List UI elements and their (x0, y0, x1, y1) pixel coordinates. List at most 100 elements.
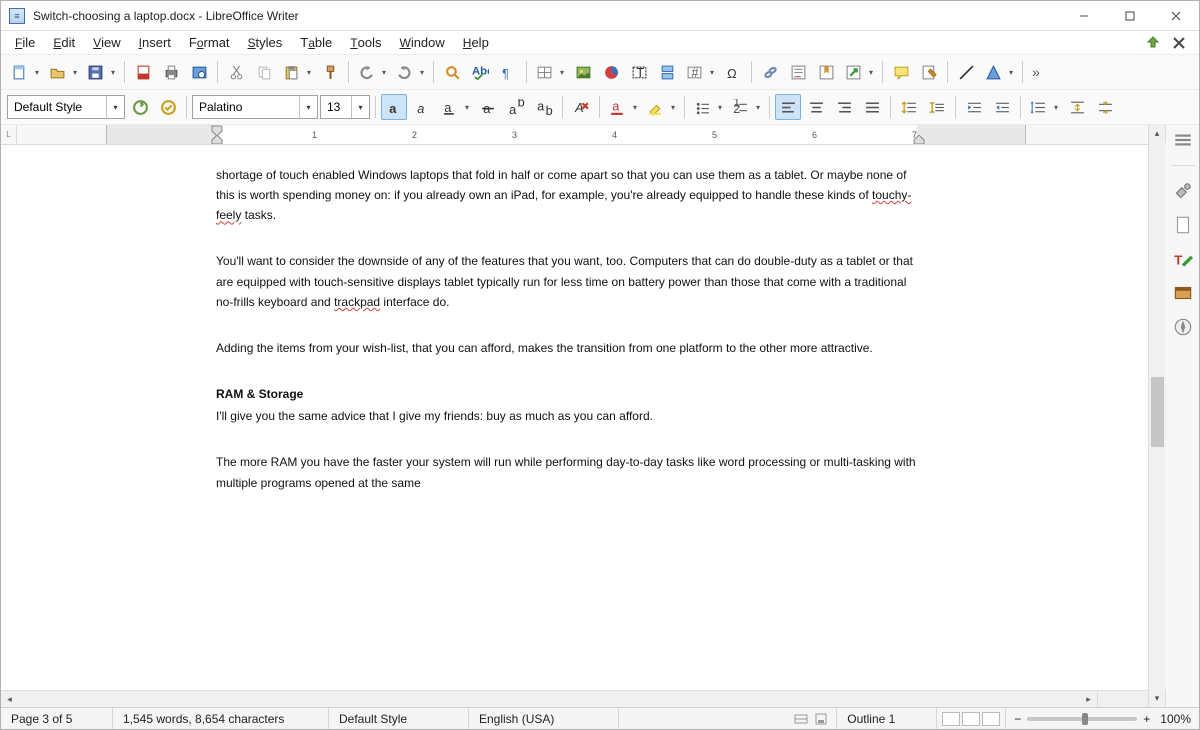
status-style[interactable]: Default Style (329, 708, 469, 729)
strikethrough-button[interactable]: a (475, 94, 501, 120)
scroll-up-icon[interactable]: ▴ (1149, 125, 1166, 142)
paragraph-style-input[interactable] (8, 96, 106, 118)
insert-comment-button[interactable] (888, 59, 914, 85)
insert-footnote-button[interactable] (785, 59, 811, 85)
navigator-panel-icon[interactable] (1172, 316, 1194, 338)
open-button[interactable]: ▾ (45, 59, 81, 85)
update-style-button[interactable] (127, 94, 153, 120)
status-language[interactable]: English (USA) (469, 708, 619, 729)
scroll-down-icon[interactable]: ▾ (1149, 690, 1166, 707)
gallery-panel-icon[interactable] (1172, 282, 1194, 304)
paragraph[interactable]: I'll give you the same advice that I giv… (216, 406, 916, 426)
superscript-button[interactable]: ab (503, 94, 529, 120)
formatting-marks-button[interactable]: ¶ (495, 59, 521, 85)
save-button[interactable]: ▾ (83, 59, 119, 85)
align-left-button[interactable] (775, 94, 801, 120)
underline-button[interactable]: a▾ (437, 94, 473, 120)
line-spacing-button[interactable]: ▾ (1026, 94, 1062, 120)
maximize-button[interactable] (1107, 1, 1153, 31)
chevron-down-icon[interactable]: ▾ (106, 96, 124, 118)
paragraph-style-combo[interactable]: ▾ (7, 95, 125, 119)
align-center-button[interactable] (803, 94, 829, 120)
zoom-in-button[interactable]: + (1143, 712, 1150, 726)
bullet-list-button[interactable]: ▾ (690, 94, 726, 120)
basic-shapes-button[interactable]: ▾ (981, 59, 1017, 85)
font-color-button[interactable]: a▾ (605, 94, 641, 120)
highlight-button[interactable]: ▾ (643, 94, 679, 120)
numbered-list-button[interactable]: 12▾ (728, 94, 764, 120)
align-justify-button[interactable] (859, 94, 885, 120)
decrease-spacing-button[interactable] (924, 94, 950, 120)
zoom-out-button[interactable]: − (1014, 712, 1021, 726)
export-pdf-button[interactable] (130, 59, 156, 85)
menu-insert[interactable]: Insert (131, 33, 179, 52)
undo-button[interactable]: ▾ (354, 59, 390, 85)
track-changes-button[interactable] (916, 59, 942, 85)
align-right-button[interactable] (831, 94, 857, 120)
bold-button[interactable]: a (381, 94, 407, 120)
insert-bookmark-button[interactable] (813, 59, 839, 85)
page-panel-icon[interactable] (1172, 214, 1194, 236)
menu-window[interactable]: Window (391, 33, 452, 52)
view-layout-buttons[interactable] (937, 708, 1006, 729)
menu-format[interactable]: Format (181, 33, 238, 52)
insert-special-char-button[interactable]: Ω (720, 59, 746, 85)
status-selection-mode[interactable] (619, 708, 837, 729)
insert-hyperlink-button[interactable] (757, 59, 783, 85)
zoom-control[interactable]: − + 100% (1006, 708, 1199, 729)
horizontal-scrollbar[interactable]: ◂ ▸ (1, 690, 1148, 707)
scroll-thumb[interactable] (1151, 377, 1164, 447)
vertical-scrollbar[interactable]: ▴ ▾ (1148, 125, 1165, 707)
paragraph[interactable]: Adding the items from your wish-list, th… (216, 338, 916, 358)
insert-page-break-button[interactable] (654, 59, 680, 85)
properties-panel-icon[interactable] (1172, 180, 1194, 202)
clear-formatting-button[interactable]: A (568, 94, 594, 120)
increase-para-spacing-button[interactable] (1064, 94, 1090, 120)
sidebar-settings-icon[interactable] (1172, 129, 1194, 151)
insert-line-button[interactable] (953, 59, 979, 85)
status-page[interactable]: Page 3 of 5 (1, 708, 113, 729)
paste-button[interactable]: ▾ (279, 59, 315, 85)
right-indent-icon[interactable] (913, 135, 927, 145)
increase-spacing-button[interactable] (896, 94, 922, 120)
menu-tools[interactable]: Tools (342, 33, 389, 52)
paragraph[interactable]: shortage of touch enabled Windows laptop… (216, 165, 916, 225)
print-button[interactable] (158, 59, 184, 85)
insert-image-button[interactable] (570, 59, 596, 85)
paragraph[interactable]: You'll want to consider the downside of … (216, 251, 916, 311)
redo-button[interactable]: ▾ (392, 59, 428, 85)
insert-textbox-button[interactable]: T (626, 59, 652, 85)
cut-button[interactable] (223, 59, 249, 85)
menu-styles[interactable]: Styles (240, 33, 291, 52)
styles-panel-icon[interactable]: T (1172, 248, 1194, 270)
horizontal-ruler[interactable]: L 1 2 3 4 5 6 7 (1, 125, 1148, 145)
multi-page-view-icon[interactable] (962, 712, 980, 726)
new-style-button[interactable] (155, 94, 181, 120)
menu-file[interactable]: File (7, 33, 43, 52)
font-name-combo[interactable]: ▾ (192, 95, 318, 119)
zoom-slider[interactable] (1027, 717, 1137, 721)
font-name-input[interactable] (193, 96, 299, 118)
subscript-button[interactable]: ab (531, 94, 557, 120)
copy-button[interactable] (251, 59, 277, 85)
page-content[interactable]: shortage of touch enabled Windows laptop… (106, 145, 1026, 559)
menu-help[interactable]: Help (455, 33, 497, 52)
menu-view[interactable]: View (85, 33, 129, 52)
new-document-button[interactable]: ▾ (7, 59, 43, 85)
increase-indent-button[interactable] (961, 94, 987, 120)
insert-table-button[interactable]: ▾ (532, 59, 568, 85)
chevron-down-icon[interactable]: ▾ (299, 96, 317, 118)
menu-table[interactable]: Table (292, 33, 340, 52)
insert-field-button[interactable]: #▾ (682, 59, 718, 85)
italic-button[interactable]: a (409, 94, 435, 120)
font-size-input[interactable] (321, 96, 351, 118)
decrease-para-spacing-button[interactable] (1092, 94, 1118, 120)
single-page-view-icon[interactable] (942, 712, 960, 726)
toolbar-overflow-button[interactable]: » (1028, 64, 1044, 80)
font-size-combo[interactable]: ▾ (320, 95, 370, 119)
close-document-icon[interactable] (1171, 35, 1187, 51)
document-viewport[interactable]: shortage of touch enabled Windows laptop… (1, 145, 1148, 690)
book-view-icon[interactable] (982, 712, 1000, 726)
close-button[interactable] (1153, 1, 1199, 31)
signature-icon[interactable] (794, 712, 808, 726)
